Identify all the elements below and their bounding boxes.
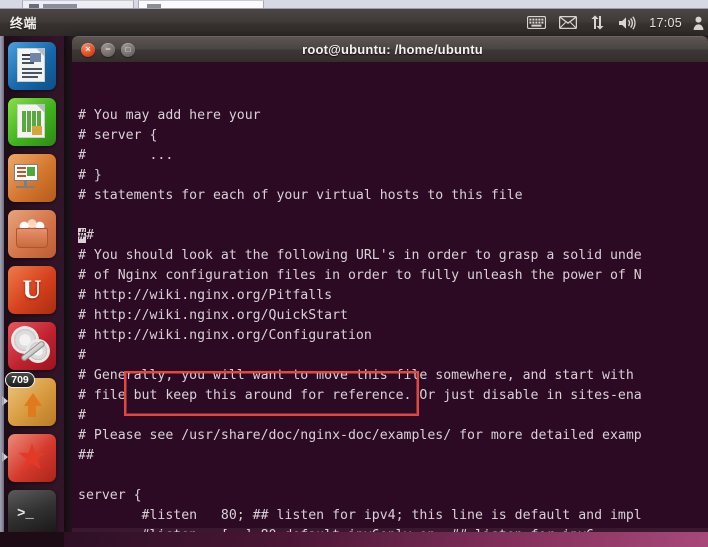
maximize-icon[interactable]: □ [121, 42, 135, 57]
update-count-badge: 709 [5, 372, 35, 388]
terminal-line: # http://wiki.nginx.org/Pitfalls [78, 288, 333, 303]
launcher-item-libreoffice-calc[interactable] [8, 98, 56, 146]
panel-indicator-area: 17:05 [527, 15, 708, 30]
terminal-line: # http://wiki.nginx.org/Configuration [78, 328, 372, 343]
terminal-cursor: # [78, 228, 86, 243]
terminal-line: server { [78, 488, 142, 503]
panel-app-title[interactable]: 终端 [10, 13, 37, 32]
terminal-line: # Generally, you will want to move this … [78, 368, 634, 383]
background-window-tab-2 [138, 0, 264, 8]
network-icon[interactable] [590, 15, 605, 30]
terminal-text-area[interactable]: # You may add here your # server { # ... # … [72, 62, 708, 532]
launcher-item-update-manager[interactable]: 709 [2, 372, 56, 426]
desktop-left-strip [0, 532, 64, 547]
terminal-line: # } [78, 168, 102, 183]
terminal-line: # statements for each of your virtual ho… [78, 188, 523, 203]
terminal-window: × − □ root@ubuntu: /home/ubuntu # You ma… [72, 36, 708, 532]
terminal-line-text: # [85, 228, 94, 243]
terminal-line: # ... [78, 148, 174, 163]
minimize-icon[interactable]: − [101, 42, 115, 57]
launcher-item-system-settings[interactable] [8, 322, 56, 370]
terminal-line: #listen 80; ## listen for ipv4; this lin… [78, 508, 642, 523]
launcher-item-libreoffice-writer[interactable] [8, 42, 56, 90]
terminal-line: # http://wiki.nginx.org/QuickStart [78, 308, 348, 323]
terminal-line: # file but keep this around for referenc… [78, 388, 642, 403]
mail-icon[interactable] [559, 16, 578, 29]
terminal-line: ## [78, 226, 708, 246]
terminal-titlebar[interactable]: × − □ root@ubuntu: /home/ubuntu [72, 36, 708, 62]
close-icon[interactable]: × [81, 42, 95, 57]
launcher-item-terminal[interactable]: >_ [8, 490, 56, 538]
terminal-lines: # You may add here your # server { # ... # … [78, 106, 708, 532]
terminal-line: # Please see /usr/share/doc/nginx-doc/ex… [78, 428, 642, 443]
terminal-line: # [78, 348, 86, 363]
terminal-title: root@ubuntu: /home/ubuntu [302, 42, 483, 57]
terminal-line: # [78, 408, 86, 423]
terminal-line: ## [78, 448, 94, 463]
launcher-edge-strip [0, 36, 4, 547]
background-window-sliver [0, 0, 708, 9]
desktop-wallpaper [64, 532, 708, 547]
unity-launcher: U 709 >_ [0, 36, 64, 547]
panel-clock[interactable]: 17:05 [649, 16, 682, 30]
launcher-item-software-center[interactable] [8, 210, 56, 258]
terminal-line: # server { [78, 128, 158, 143]
window-shadow [64, 36, 72, 532]
terminal-line: # of Nginx configuration files in order … [78, 268, 642, 283]
launcher-item-red-app[interactable] [2, 434, 56, 482]
user-icon[interactable] [693, 16, 704, 30]
terminal-line: # You should look at the following URL's… [78, 248, 642, 263]
background-window-tab-1 [22, 0, 134, 8]
unity-top-panel: 终端 17:05 [0, 9, 708, 36]
terminal-prompt-glyph: >_ [17, 506, 34, 522]
launcher-item-ubuntu-one[interactable]: U [8, 266, 56, 314]
keyboard-icon[interactable] [527, 16, 547, 29]
volume-icon[interactable] [618, 15, 636, 30]
launcher-item-libreoffice-impress[interactable] [8, 154, 56, 202]
ubuntu-u-glyph: U [22, 275, 42, 304]
terminal-line: # You may add here your [78, 108, 261, 123]
